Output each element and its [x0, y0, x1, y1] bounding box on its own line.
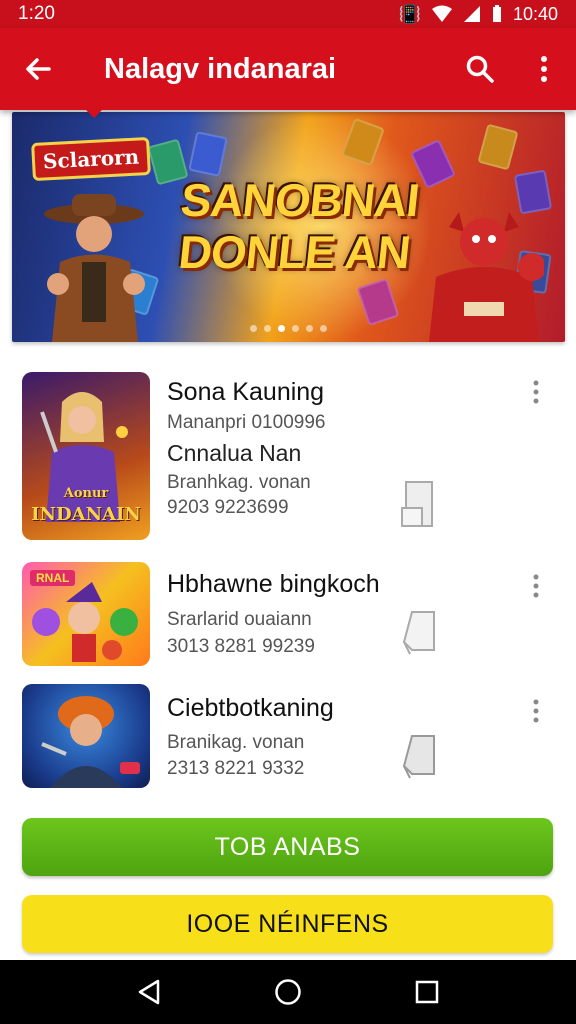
item-more-button[interactable] — [522, 694, 550, 728]
list-item[interactable]: Aonur INDANAIN Sona Kauning Mananpri 010… — [0, 360, 576, 550]
tag-icon[interactable] — [398, 732, 440, 784]
item-category: Branikag. vonan — [167, 732, 305, 753]
back-button[interactable] — [0, 28, 76, 110]
cowboy-character-icon — [44, 194, 145, 342]
item-stats: 3013 8281 99239 — [167, 636, 315, 657]
overflow-menu-button[interactable] — [512, 28, 576, 110]
item-category: Srarlarid ouaiann — [167, 609, 312, 630]
item-subtitle: Mananpri 0100996 — [167, 412, 326, 433]
signal-icon — [463, 6, 480, 22]
item-category: Branhkag. vonan — [167, 472, 311, 493]
app-thumbnail: RNAL — [22, 562, 150, 666]
carousel-dot[interactable] — [320, 325, 327, 332]
more-vert-icon — [541, 56, 547, 82]
page-title: Nalagv indanarai — [104, 52, 337, 85]
item-more-button[interactable] — [522, 569, 550, 603]
list-item[interactable]: Ciebtbotkaning Branikag. vonan 2313 8221… — [0, 676, 576, 798]
status-bar: 1:20 📳 10:40 — [0, 0, 576, 28]
square-recents-icon — [415, 980, 438, 1004]
app-bar: Nalagv indanarai — [0, 28, 576, 110]
nav-home-button[interactable] — [258, 962, 318, 1022]
thumb-caption: RNAL — [30, 570, 76, 586]
item-title: Hbhawne bingkoch — [167, 570, 380, 598]
status-clock: 10:40 — [512, 4, 558, 24]
carousel-indicators — [12, 325, 565, 332]
list-item[interactable]: RNAL Hbhawne bingkoch Srarlarid ouaiann … — [0, 552, 576, 674]
battery-icon — [492, 5, 501, 22]
item-stats: 9203 9223699 — [167, 497, 289, 518]
item-title: Ciebtbotkaning — [167, 694, 334, 722]
item-stats: 2313 8221 9332 — [167, 758, 305, 779]
item-title: Sona Kauning — [167, 378, 325, 406]
carousel-dot[interactable] — [306, 325, 313, 332]
tag-icon[interactable] — [398, 608, 440, 660]
primary-button[interactable]: TOB ANABS — [22, 818, 553, 876]
carousel-dot[interactable] — [250, 325, 257, 332]
status-icons: 📳 10:40 — [399, 5, 558, 23]
banner-title: SANOBNAI DONLE AN — [157, 174, 438, 278]
bookmark-icon[interactable] — [398, 478, 440, 530]
search-icon — [466, 55, 494, 83]
thumb-caption-top: Aonur — [63, 486, 109, 501]
banner-title-line2: DONLE AN — [176, 226, 413, 278]
circle-home-icon — [275, 979, 301, 1005]
demon-character-icon — [429, 212, 544, 342]
wifi-icon — [431, 5, 452, 22]
ninja-character-icon — [41, 696, 140, 788]
thumb-caption: INDANAIN — [31, 504, 141, 525]
nav-back-button[interactable] — [119, 962, 179, 1022]
floating-card — [477, 123, 519, 171]
app-thumbnail: Aonur INDANAIN — [22, 372, 150, 540]
carousel-dot[interactable] — [264, 325, 271, 332]
triangle-back-icon — [139, 979, 160, 1005]
app-bar-notch — [86, 110, 102, 118]
arrow-left-icon — [26, 58, 51, 80]
vibrate-icon: 📳 — [398, 4, 421, 24]
more-vert-icon — [533, 574, 539, 598]
more-vert-icon — [533, 699, 539, 723]
carousel-dot[interactable] — [278, 325, 285, 332]
banner-title-line1: SANOBNAI — [178, 174, 422, 226]
secondary-button[interactable]: IOOE NÉINFENS — [22, 895, 553, 953]
more-vert-icon — [533, 380, 539, 404]
item-more-button[interactable] — [522, 375, 550, 409]
featured-banner[interactable]: Sclarorn SANOBNAI DONLE AN — [12, 112, 565, 342]
search-button[interactable] — [448, 28, 512, 110]
app-thumbnail — [22, 684, 150, 788]
banner-badge: Sclarorn — [31, 136, 152, 182]
status-time: 1:20 — [18, 3, 55, 24]
carousel-dot[interactable] — [292, 325, 299, 332]
nav-recents-button[interactable] — [397, 962, 457, 1022]
item-developer: Cnnalua Nan — [167, 440, 302, 466]
system-nav-bar — [0, 960, 576, 1024]
